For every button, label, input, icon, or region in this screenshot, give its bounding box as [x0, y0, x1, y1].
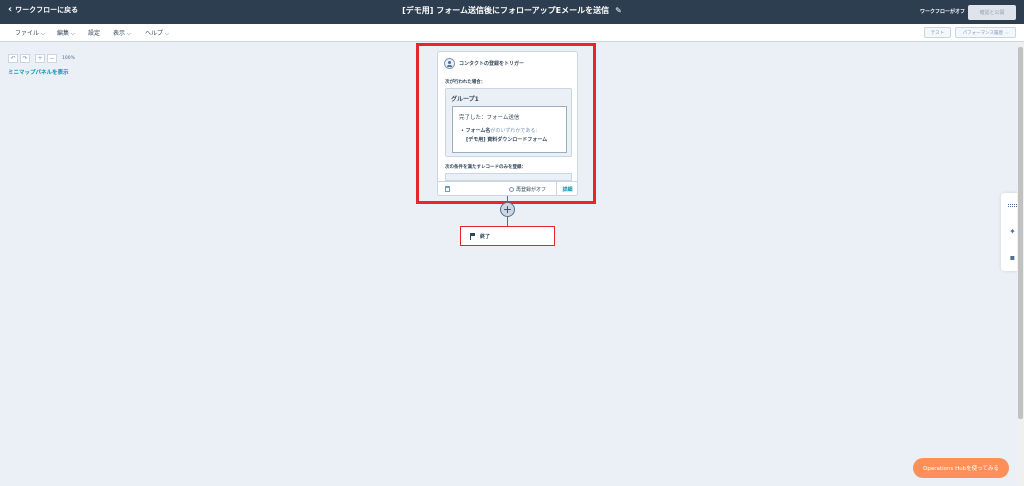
- zoom-level: 100%: [62, 56, 75, 61]
- vertical-scrollbar[interactable]: [1017, 43, 1024, 486]
- chevron-down-icon: ⌵: [1005, 30, 1009, 36]
- menu-bar: ファイル ⌵ 編集 ⌵ 設定 表示 ⌵ ヘルプ ⌵: [0, 24, 1024, 42]
- show-minimap-link[interactable]: ミニマップパネルを表示: [8, 68, 69, 76]
- menu-file-label: ファイル: [15, 30, 40, 37]
- connector-line: [507, 217, 508, 226]
- workflow-title-text: [デモ用] フォーム送信後にフォローアップEメールを送信: [402, 6, 610, 15]
- menu-settings[interactable]: 設定: [88, 28, 100, 37]
- redo-icon[interactable]: ↷: [20, 54, 30, 63]
- zoom-in-icon[interactable]: +: [35, 54, 45, 63]
- undo-icon[interactable]: ↶: [8, 54, 18, 63]
- zoom-out-icon[interactable]: −: [47, 54, 57, 63]
- end-label: 終了: [480, 233, 491, 240]
- operations-hub-button[interactable]: Operations Hubを使ってみる: [913, 458, 1009, 478]
- menu-file[interactable]: ファイル ⌵: [15, 28, 45, 37]
- performance-history-button[interactable]: パフォーマンス履歴 ⌵: [955, 27, 1016, 38]
- menu-edit-label: 編集: [57, 30, 70, 37]
- zoom-controls: ↶ ↷ + − 100%: [8, 54, 75, 63]
- chevron-down-icon: ⌵: [41, 31, 45, 37]
- menu-view[interactable]: 表示 ⌵: [113, 28, 131, 37]
- chevron-down-icon: ⌵: [127, 31, 131, 37]
- add-action-button[interactable]: +: [500, 202, 515, 217]
- pencil-icon[interactable]: ✎: [615, 6, 622, 15]
- performance-history-label: パフォーマンス履歴: [962, 30, 1003, 36]
- scrollbar-thumb[interactable]: [1018, 47, 1023, 419]
- top-bar: ‹ ワークフローに戻る [デモ用] フォーム送信後にフォローアップEメールを送信…: [0, 0, 1024, 24]
- end-node[interactable]: 終了: [460, 226, 555, 246]
- highlight-box-trigger: [416, 43, 596, 204]
- menu-help[interactable]: ヘルプ ⌵: [145, 28, 169, 37]
- menu-settings-label: 設定: [88, 30, 101, 37]
- chevron-down-icon: ⌵: [165, 31, 169, 37]
- review-and-publish-button[interactable]: 確認と公開: [968, 5, 1016, 20]
- menu-view-label: 表示: [113, 30, 126, 37]
- menu-help-label: ヘルプ: [145, 30, 164, 37]
- menu-edit[interactable]: 編集 ⌵: [57, 28, 75, 37]
- workflow-status: ワークフローがオフ: [920, 9, 966, 15]
- chevron-down-icon: ⌵: [71, 31, 75, 37]
- workflow-title[interactable]: [デモ用] フォーム送信後にフォローアップEメールを送信 ✎: [0, 5, 1024, 16]
- flag-icon: [470, 232, 476, 240]
- test-button[interactable]: テスト: [924, 27, 951, 38]
